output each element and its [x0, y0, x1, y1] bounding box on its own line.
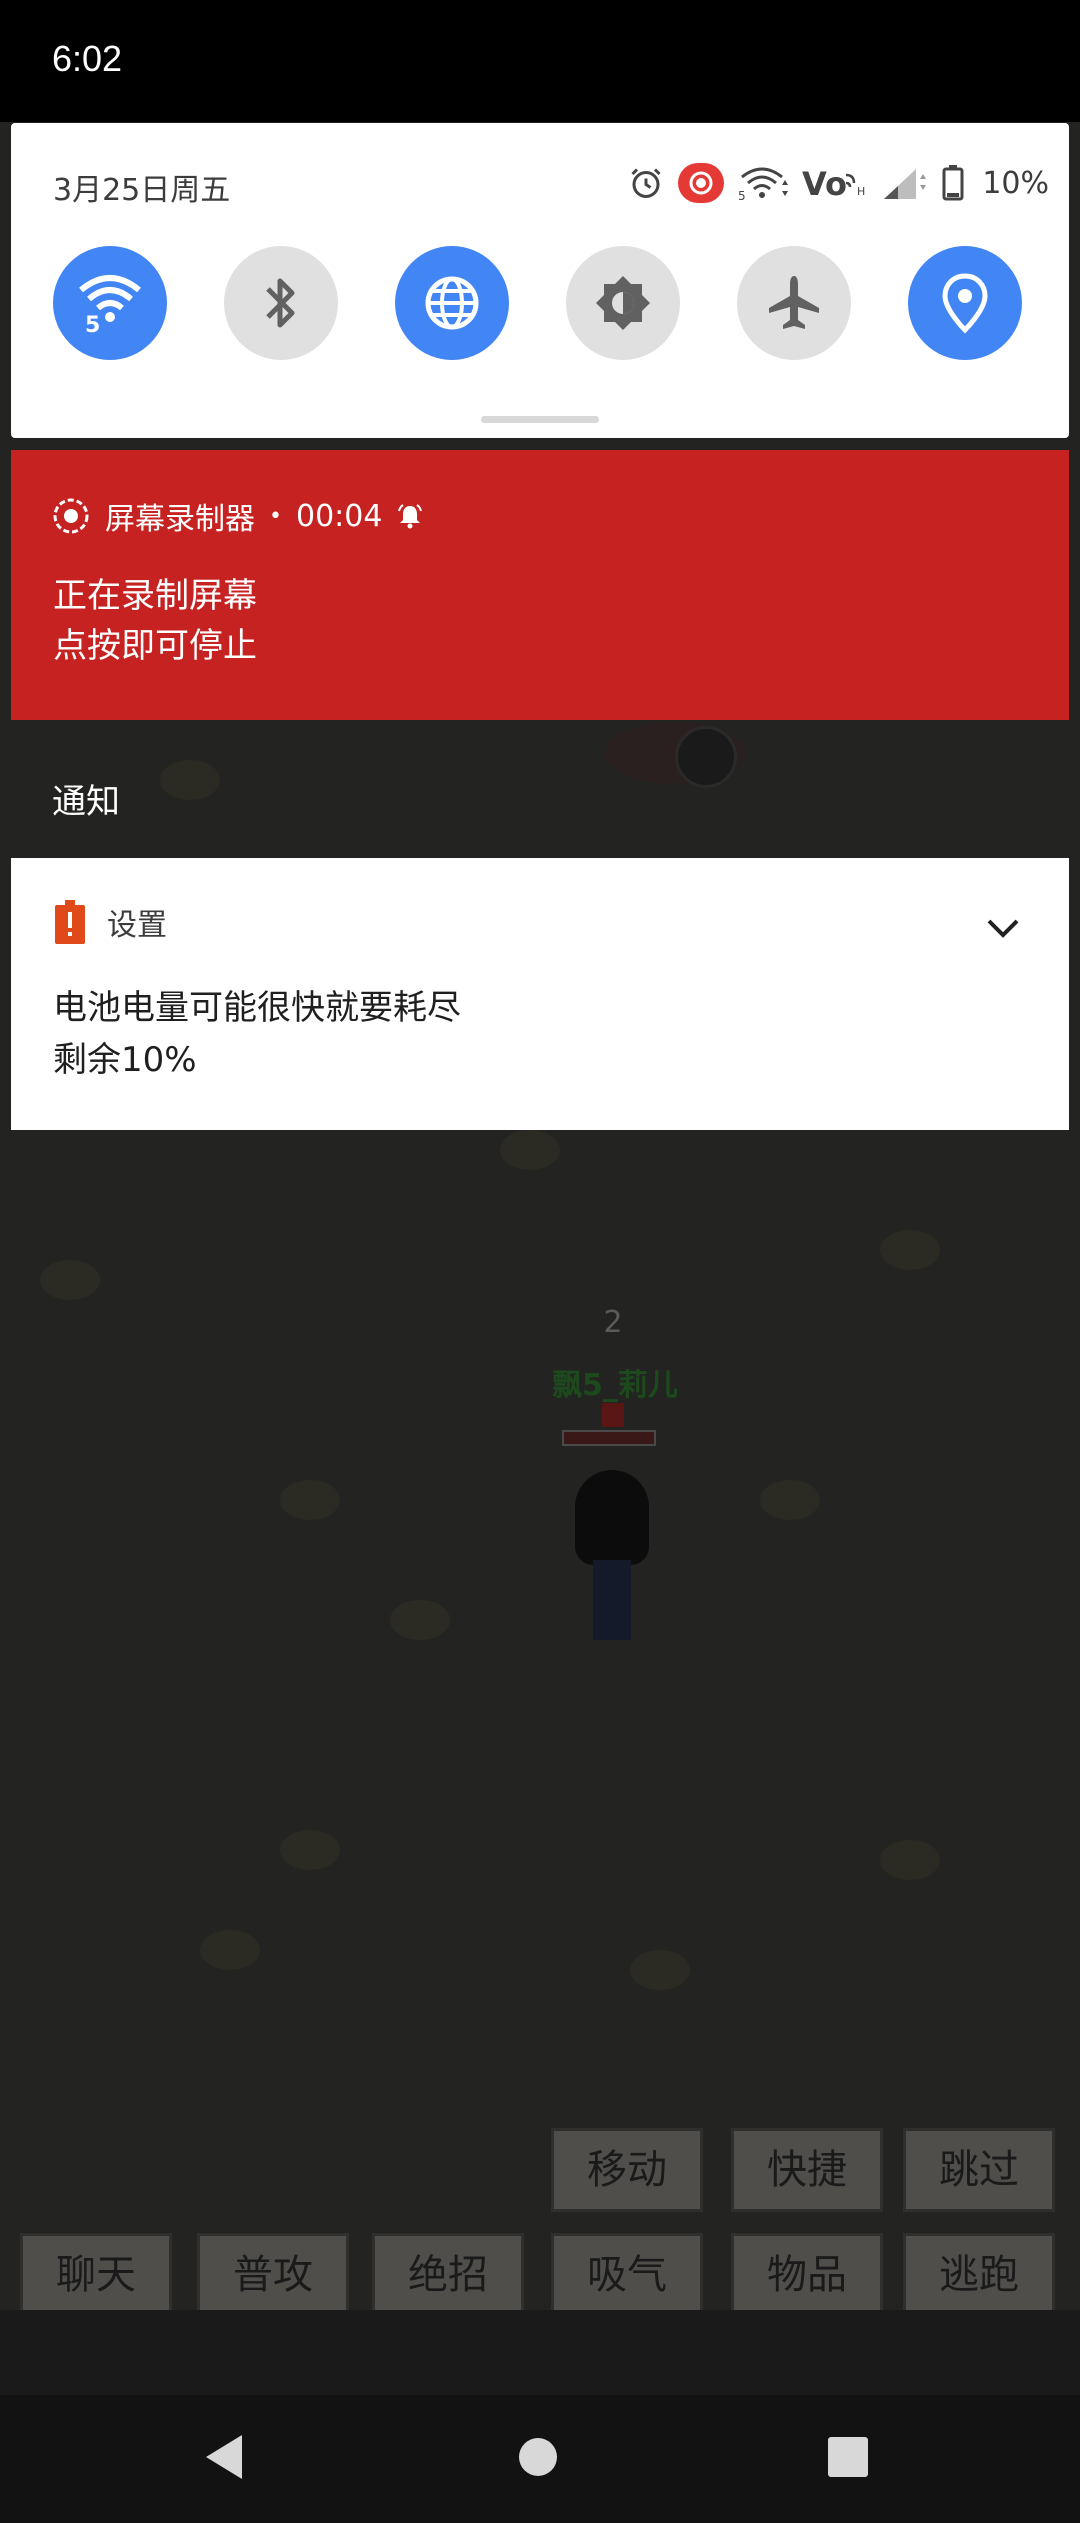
wifi-icon: 5 — [79, 275, 141, 338]
rec-header: 屏幕录制器 • 00:04 — [51, 494, 424, 538]
grass-tuft — [160, 760, 220, 800]
tile-wifi[interactable]: 5 — [53, 246, 167, 360]
status-time: 6:02 — [52, 38, 123, 79]
grass-tuft — [500, 1130, 560, 1170]
recents-icon — [828, 2437, 868, 2477]
grass-tuft — [880, 1230, 940, 1270]
game-button-chat[interactable]: 聊天 — [20, 2233, 172, 2317]
character-flag-icon — [602, 1403, 624, 1427]
character-name: 飘5_莉儿 — [552, 1368, 678, 1403]
rec-elapsed: 00:04 — [295, 498, 383, 534]
character-level: 2 — [603, 1305, 623, 1340]
tile-mobile-data[interactable] — [395, 246, 509, 360]
rec-app-name: 屏幕录制器 — [105, 502, 255, 537]
svg-text:HD: HD — [857, 185, 866, 198]
screen-record-icon — [53, 498, 89, 534]
game-button-skip[interactable]: 跳过 — [903, 2128, 1055, 2212]
bat-subtitle: 剩余10% — [53, 1040, 197, 1080]
rec-subtitle: 点按即可停止 — [53, 626, 257, 666]
game-button-items[interactable]: 物品 — [731, 2233, 883, 2317]
tile-airplane-mode[interactable] — [737, 246, 851, 360]
grass-tuft — [630, 1950, 690, 1990]
grass-tuft — [200, 1930, 260, 1970]
bat-app-name: 设置 — [107, 908, 167, 943]
grass-tuft — [880, 1840, 940, 1880]
recents-button[interactable] — [816, 2425, 880, 2489]
tile-location[interactable] — [908, 246, 1022, 360]
bell-ring-icon — [398, 504, 423, 529]
cell-signal-icon — [880, 165, 928, 201]
game-bottom-strip — [0, 2310, 1080, 2395]
tile-bluetooth[interactable] — [224, 246, 338, 360]
globe-icon — [425, 276, 479, 330]
game-button-move[interactable]: 移动 — [551, 2128, 703, 2212]
screen-record-icon — [678, 163, 725, 203]
character-hp-bar — [562, 1430, 656, 1446]
home-button[interactable] — [506, 2425, 570, 2489]
back-button[interactable] — [192, 2425, 256, 2489]
location-pin-icon — [942, 273, 988, 334]
tile-auto-brightness[interactable] — [566, 246, 680, 360]
grass-tuft — [40, 1260, 100, 1300]
brightness-icon — [596, 276, 650, 330]
rec-title: 正在录制屏幕 — [53, 576, 257, 616]
game-button-ultimate[interactable]: 绝招 — [372, 2233, 524, 2317]
bat-header: 设置 — [55, 900, 167, 944]
volte-icon: Vo HD — [802, 165, 866, 201]
wifi-badge: 5 — [85, 313, 100, 338]
qs-drag-handle[interactable] — [481, 416, 599, 423]
expand-button[interactable] — [981, 906, 1025, 950]
svg-text:Vo: Vo — [802, 165, 847, 201]
enemy-sprite[interactable] — [605, 722, 745, 788]
game-button-attack[interactable]: 普攻 — [197, 2233, 349, 2317]
qs-status-icons: 5 Vo HD 10% — [628, 161, 1049, 205]
battery-notification[interactable]: 设置 电池电量可能很快就要耗尽 剩余10% — [11, 858, 1069, 1130]
qs-date[interactable]: 3月25日周五 — [53, 165, 230, 209]
game-button-breathe[interactable]: 吸气 — [551, 2233, 703, 2317]
chevron-down-icon — [987, 919, 1019, 938]
character-sprite[interactable] — [575, 1470, 649, 1640]
svg-text:5: 5 — [738, 189, 746, 201]
screen: 2 飘5_莉儿 移动 快捷 跳过 聊天 普攻 绝招 吸气 物品 逃跑 6:02 … — [0, 0, 1080, 2523]
quick-settings-panel: 3月25日周五 5 Vo HD 10% — [11, 123, 1069, 438]
grass-tuft — [280, 1480, 340, 1520]
alarm-icon — [628, 165, 664, 201]
battery-icon — [942, 165, 964, 201]
grass-tuft — [760, 1480, 820, 1520]
navigation-bar — [0, 2395, 1080, 2523]
airplane-icon — [769, 276, 819, 329]
grass-tuft — [280, 1830, 340, 1870]
home-icon — [519, 2438, 557, 2476]
bluetooth-icon — [266, 278, 295, 328]
notifications-header: 通知 — [52, 782, 120, 822]
wifi-icon: 5 — [738, 165, 789, 201]
battery-alert-icon — [55, 900, 85, 944]
bat-title: 电池电量可能很快就要耗尽 — [53, 988, 461, 1028]
back-icon — [206, 2435, 242, 2479]
status-bar: 6:02 — [0, 0, 1080, 122]
game-button-shortcut[interactable]: 快捷 — [731, 2128, 883, 2212]
rec-separator: • — [269, 503, 282, 529]
screen-recorder-notification[interactable]: 屏幕录制器 • 00:04 正在录制屏幕 点按即可停止 — [11, 450, 1069, 720]
battery-percent: 10% — [982, 165, 1049, 201]
grass-tuft — [390, 1600, 450, 1640]
game-button-flee[interactable]: 逃跑 — [903, 2233, 1055, 2317]
